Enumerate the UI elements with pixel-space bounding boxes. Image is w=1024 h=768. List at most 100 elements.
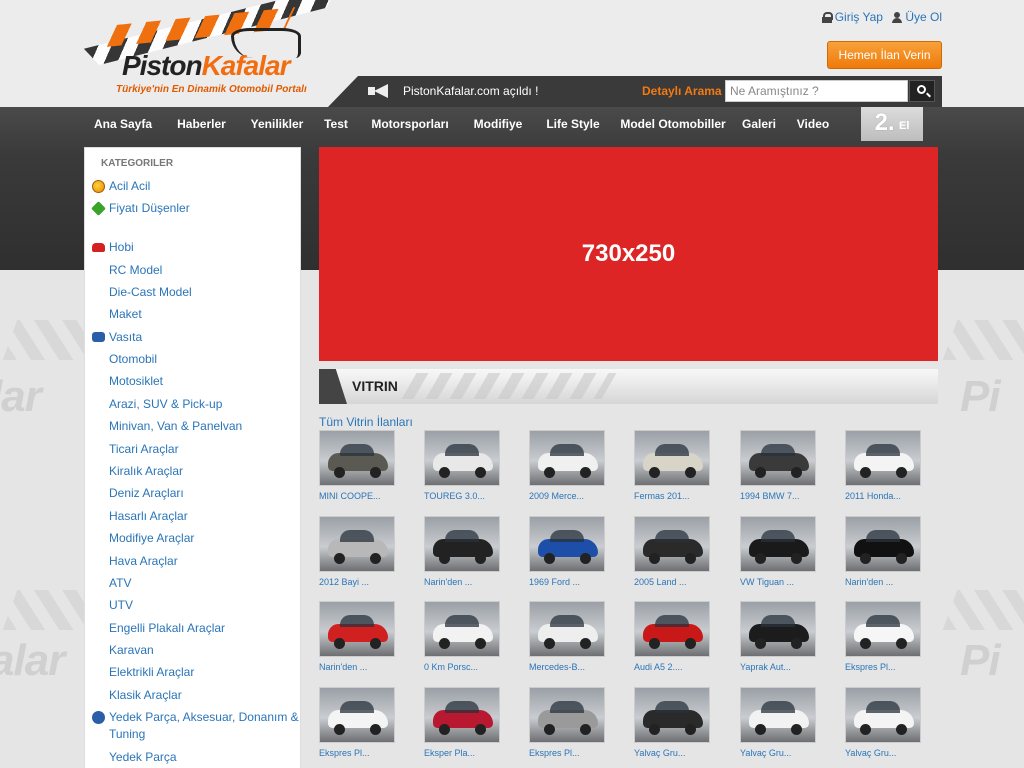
lock-icon: [821, 11, 833, 23]
nav-motorsporlari[interactable]: Motorsporları: [357, 107, 463, 141]
vitrin-item-caption: 1994 BMW 7...: [740, 491, 800, 501]
vitrin-item[interactable]: Ekspres Pl...: [319, 687, 395, 758]
vitrin-item[interactable]: VW Tiguan ...: [740, 516, 816, 587]
vitrin-item[interactable]: 2009 Merce...: [529, 430, 605, 501]
sidebar-item-klasik[interactable]: Klasik Araçlar: [109, 688, 182, 702]
sidebar-item-motosiklet[interactable]: Motosiklet: [109, 374, 163, 388]
sidebar-item-elektrikli[interactable]: Elektrikli Araçlar: [109, 665, 194, 679]
vitrin-item-caption: Yalvaç Gru...: [634, 748, 686, 758]
sidebar-item-fiyati-dusenler[interactable]: Fiyatı Düşenler: [91, 201, 190, 216]
vitrin-item[interactable]: 2011 Honda...: [845, 430, 921, 501]
vitrin-item-caption: Ekspres Pl...: [529, 748, 580, 758]
watermark-left-1: lar: [0, 372, 42, 421]
vitrin-item[interactable]: Yalvaç Gru...: [845, 687, 921, 758]
car-thumbnail-image: [319, 430, 395, 486]
vitrin-item[interactable]: Yaprak Aut...: [740, 601, 816, 672]
checkered-flag-decoration: [401, 373, 617, 399]
nav-model-otomobiller[interactable]: Model Otomobiller: [613, 107, 733, 141]
vitrin-item[interactable]: 2012 Bayi ...: [319, 516, 395, 587]
car-thumbnail-image: [740, 516, 816, 572]
login-link[interactable]: Giriş Yap: [821, 10, 883, 24]
vitrin-item[interactable]: Narin'den ...: [319, 601, 395, 672]
sidebar-item-utv[interactable]: UTV: [109, 598, 133, 612]
nav-test[interactable]: Test: [315, 107, 357, 141]
sidebar-item-tuning[interactable]: Tuning: [109, 727, 145, 741]
sidebar-item-yedek-parca-aksesuar[interactable]: Yedek Parça, Aksesuar, Donanım &: [92, 710, 299, 724]
vitrin-item-caption: VW Tiguan ...: [740, 577, 795, 587]
sidebar-item-arazi-suv[interactable]: Arazi, SUV & Pick-up: [109, 397, 222, 411]
car-thumbnail-image: [740, 430, 816, 486]
sidebar-item-maket[interactable]: Maket: [109, 307, 142, 321]
watermark-left-2: alar: [0, 636, 65, 685]
account-links: Giriş Yap Üye Ol: [816, 10, 942, 26]
register-link[interactable]: Üye Ol: [892, 10, 942, 24]
sidebar-item-engelli[interactable]: Engelli Plakalı Araçlar: [109, 621, 225, 635]
nav-life-style[interactable]: Life Style: [533, 107, 613, 141]
vitrin-item[interactable]: Ekspres Pl...: [529, 687, 605, 758]
vitrin-item[interactable]: Yalvaç Gru...: [634, 687, 710, 758]
watermark-flag-right: [942, 320, 1024, 360]
sidebar-item-vasita[interactable]: Vasıta: [92, 330, 142, 344]
car-thumbnail-image: [424, 516, 500, 572]
car-thumbnail-image: [740, 601, 816, 657]
sidebar-item-otomobil[interactable]: Otomobil: [109, 352, 157, 366]
vitrin-item[interactable]: 2005 Land ...: [634, 516, 710, 587]
sidebar-item-yedek-parca[interactable]: Yedek Parça: [109, 750, 177, 764]
watermark-right-2: Pi: [960, 636, 1001, 685]
vitrin-item-caption: Audi A5 2....: [634, 662, 683, 672]
sidebar-item-hobi[interactable]: Hobi: [92, 240, 134, 254]
search-input[interactable]: [725, 80, 908, 102]
sidebar-item-rc-model[interactable]: RC Model: [109, 263, 162, 277]
sidebar-item-acil-acil[interactable]: Acil Acil: [92, 179, 150, 193]
category-sidebar: KATEGORILER Acil Acil Fiyatı Düşenler Ho…: [84, 147, 301, 768]
vitrin-item[interactable]: TOUREG 3.0...: [424, 430, 500, 501]
sidebar-item-die-cast[interactable]: Die-Cast Model: [109, 285, 192, 299]
post-ad-button[interactable]: Hemen İlan Verin: [827, 41, 942, 69]
site-logo[interactable]: PistonKafalar Türkiye'nin En Dinamik Oto…: [86, 4, 331, 99]
nav-yenilikler[interactable]: Yenilikler: [239, 107, 315, 141]
nav-second-hand[interactable]: 2. El: [861, 107, 923, 141]
vitrin-item[interactable]: Narin'den ...: [845, 516, 921, 587]
sidebar-item-deniz[interactable]: Deniz Araçları: [109, 486, 184, 500]
vitrin-item[interactable]: 0 Km Porsc...: [424, 601, 500, 672]
car-thumbnail-image: [740, 687, 816, 743]
sidebar-title: KATEGORILER: [101, 158, 174, 169]
vitrin-item[interactable]: Audi A5 2....: [634, 601, 710, 672]
main-nav: Ana Sayfa Haberler Yenilikler Test Motor…: [82, 107, 841, 141]
sidebar-item-modifiye[interactable]: Modifiye Araçlar: [109, 531, 194, 545]
sidebar-item-ticari[interactable]: Ticari Araçlar: [109, 442, 179, 456]
vitrin-item[interactable]: Fermas 201...: [634, 430, 710, 501]
vitrin-item-caption: Eksper Pla...: [424, 748, 476, 758]
ad-banner[interactable]: 730x250: [319, 147, 938, 361]
vitrin-item-caption: MINI COOPE...: [319, 491, 381, 501]
vitrin-item[interactable]: Ekspres Pl...: [845, 601, 921, 672]
logo-tagline: Türkiye'nin En Dinamik Otomobil Portalı: [116, 84, 307, 95]
vitrin-item[interactable]: Narin'den ...: [424, 516, 500, 587]
nav-galeri[interactable]: Galeri: [733, 107, 785, 141]
vitrin-item[interactable]: Yalvaç Gru...: [740, 687, 816, 758]
car-thumbnail-image: [529, 516, 605, 572]
sidebar-item-karavan[interactable]: Karavan: [109, 643, 154, 657]
vitrin-item-caption: TOUREG 3.0...: [424, 491, 485, 501]
nav-ana-sayfa[interactable]: Ana Sayfa: [82, 107, 164, 141]
advanced-search-link[interactable]: Detaylı Arama: [642, 84, 722, 98]
sidebar-item-atv[interactable]: ATV: [109, 576, 131, 590]
car-thumbnail-image: [424, 430, 500, 486]
sidebar-item-kiralik[interactable]: Kiralık Araçlar: [109, 464, 183, 478]
vitrin-item[interactable]: Eksper Pla...: [424, 687, 500, 758]
vitrin-item[interactable]: MINI COOPE...: [319, 430, 395, 501]
sidebar-item-minivan[interactable]: Minivan, Van & Panelvan: [109, 419, 242, 433]
sidebar-item-hasarli[interactable]: Hasarlı Araçlar: [109, 509, 188, 523]
car-thumbnail-image: [319, 687, 395, 743]
nav-modifiye[interactable]: Modifiye: [463, 107, 533, 141]
sidebar-item-hava[interactable]: Hava Araçlar: [109, 554, 178, 568]
nav-video[interactable]: Video: [785, 107, 841, 141]
search-button[interactable]: [909, 80, 935, 102]
all-vitrin-link[interactable]: Tüm Vitrin İlanları: [319, 415, 413, 429]
vitrin-item[interactable]: 1969 Ford ...: [529, 516, 605, 587]
car-thumbnail-image: [529, 687, 605, 743]
car-thumbnail-image: [424, 601, 500, 657]
vitrin-item[interactable]: 1994 BMW 7...: [740, 430, 816, 501]
vitrin-item[interactable]: Mercedes-B...: [529, 601, 605, 672]
nav-haberler[interactable]: Haberler: [164, 107, 239, 141]
